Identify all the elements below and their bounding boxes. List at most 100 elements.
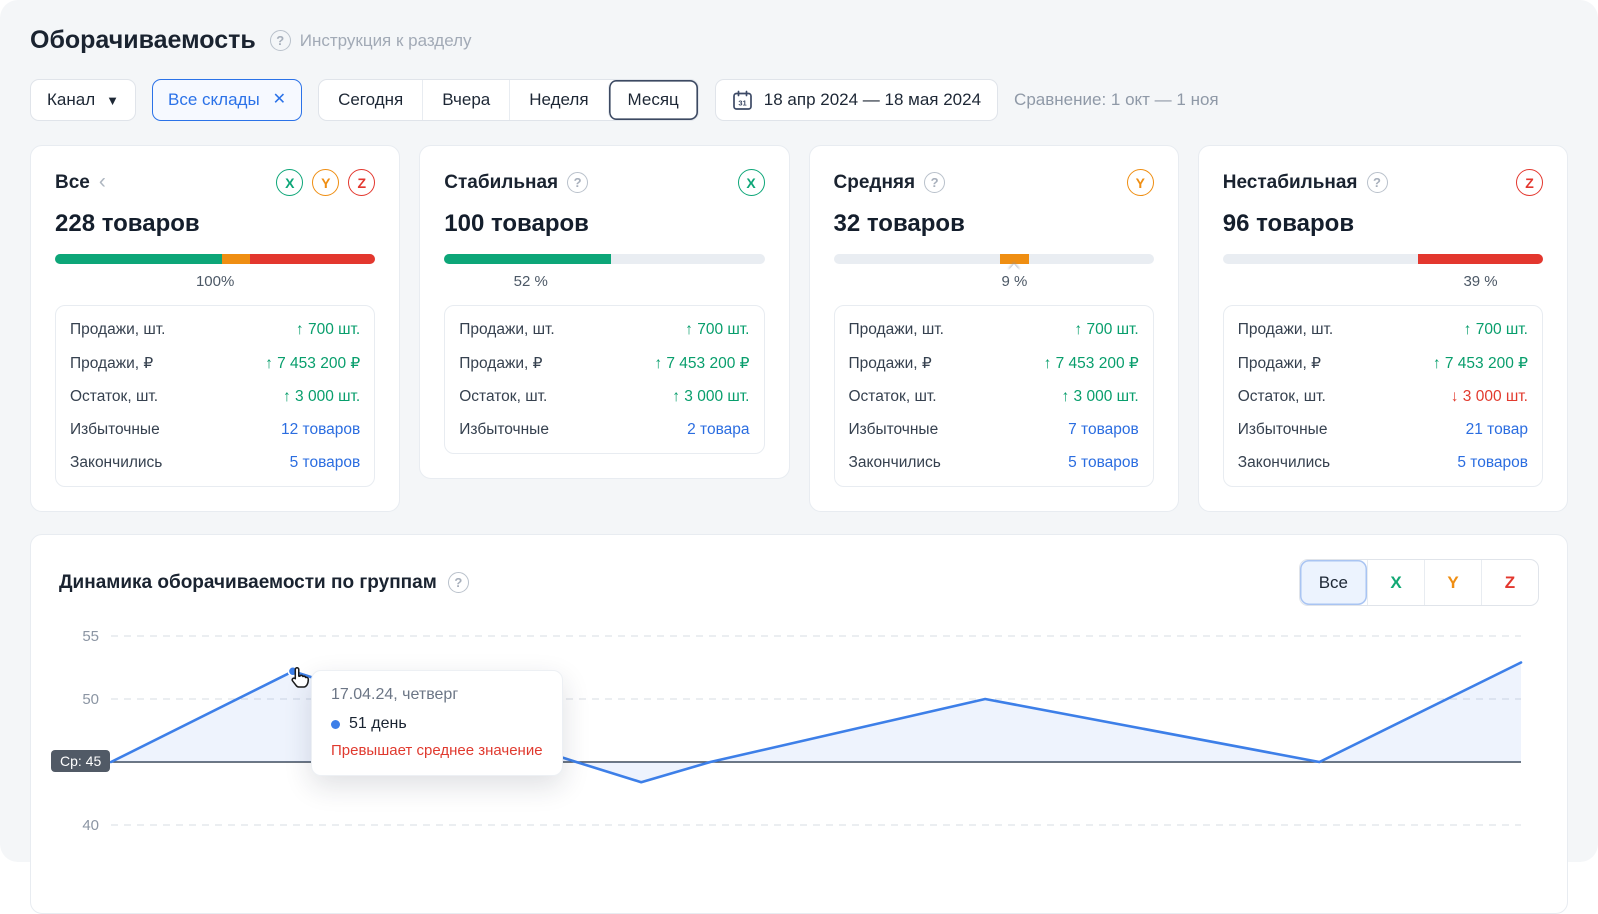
stat-label: Остаток, шт. bbox=[70, 388, 158, 406]
turnover-page: Оборачиваемость ? Инструкция к разделу К… bbox=[0, 0, 1598, 914]
stat-row: Продажи, ₽↑ 7 453 200 ₽ bbox=[849, 346, 1139, 380]
progress-segment-green bbox=[55, 254, 222, 264]
chart-tab-Все[interactable]: Все bbox=[1300, 560, 1367, 605]
stat-row: Продажи, шт.↑ 700 шт. bbox=[1238, 313, 1528, 346]
stat-row: Продажи, ₽ ↑ 7 453 200 ₽ bbox=[70, 346, 360, 380]
average-value-badge: Ср: 45 bbox=[51, 750, 110, 772]
hand-cursor-icon bbox=[285, 666, 311, 697]
comparison-period-label: Сравнение: 1 окт — 1 ноя bbox=[1014, 90, 1219, 110]
chart-tab-Y[interactable]: Y bbox=[1424, 560, 1481, 605]
chart-title-wrap: Динамика оборачиваемости по группам ? bbox=[59, 572, 469, 594]
card-count: 100 товаров bbox=[444, 210, 764, 238]
progress-label-row: 9 % bbox=[834, 273, 1154, 293]
chart-tab-Z[interactable]: Z bbox=[1481, 560, 1538, 605]
stat-row: Остаток, шт. ↑ 3 000 шт. bbox=[70, 380, 360, 413]
card-count: 32 товаров bbox=[834, 210, 1154, 238]
progress-bar bbox=[834, 254, 1154, 264]
stat-value: ↑ 3 000 шт. bbox=[672, 388, 749, 406]
close-icon[interactable]: ✕ bbox=[273, 92, 286, 108]
card-help-icon[interactable]: ? bbox=[567, 172, 588, 193]
chart-help-icon[interactable]: ? bbox=[448, 572, 469, 593]
tooltip-caret-icon bbox=[1008, 264, 1020, 271]
stat-label: Продажи, ₽ bbox=[459, 354, 542, 373]
progress-segment-red bbox=[250, 254, 375, 264]
progress-label-row: 39 % bbox=[1223, 273, 1543, 293]
stat-row: Избыточные 21 товар bbox=[1238, 413, 1528, 446]
section-help-link[interactable]: ? Инструкция к разделу bbox=[270, 30, 472, 51]
card-title: Все bbox=[55, 172, 90, 194]
progress-segment-orange bbox=[1000, 254, 1029, 264]
badge-X: X bbox=[276, 169, 303, 196]
tooltip-value: 51 день bbox=[349, 715, 407, 733]
stat-value[interactable]: 5 товаров bbox=[1068, 454, 1139, 472]
chart-tooltip: 17.04.24, четверг 51 день Превышает сред… bbox=[311, 670, 563, 776]
card-help-icon[interactable]: ? bbox=[1367, 172, 1388, 193]
progress-label-row: 52 % bbox=[444, 273, 764, 293]
group-card-1: Стабильная?X100 товаров52 %Продажи, шт.↑… bbox=[419, 145, 789, 479]
card-stats: Продажи, шт.↑ 700 шт.Продажи, ₽↑ 7 453 2… bbox=[55, 305, 375, 487]
card-head: Средняя?Y bbox=[834, 168, 1154, 197]
stat-row: Закончились5 товаров bbox=[1238, 446, 1528, 479]
tooltip-note: Превышает среднее значение bbox=[331, 742, 543, 759]
period-Месяц[interactable]: Месяц bbox=[608, 80, 698, 120]
chart-group-tabs: ВсеXYZ bbox=[1299, 559, 1539, 606]
stat-label: Избыточные bbox=[849, 421, 939, 439]
badge-Z: Z bbox=[1516, 169, 1543, 196]
page-title: Оборачиваемость bbox=[30, 26, 256, 55]
stat-value: ↑ 700 шт. bbox=[685, 321, 749, 339]
tooltip-date: 17.04.24, четверг bbox=[331, 686, 543, 704]
badge-Y: Y bbox=[1127, 169, 1154, 196]
period-Вчера[interactable]: Вчера bbox=[422, 80, 509, 120]
stat-label: Остаток, шт. bbox=[1238, 388, 1326, 406]
stat-row: Продажи, шт.↑ 700 шт. bbox=[459, 313, 749, 346]
stat-row: Продажи, ₽↑ 7 453 200 ₽ bbox=[459, 346, 749, 380]
stat-value: ↑ 7 453 200 ₽ bbox=[1433, 354, 1528, 373]
card-badges: Y bbox=[1127, 169, 1154, 196]
stat-value: ↑ 7 453 200 ₽ bbox=[265, 354, 360, 373]
stat-value[interactable]: 5 товаров bbox=[290, 454, 361, 472]
svg-text:31: 31 bbox=[738, 98, 746, 107]
period-Сегодня[interactable]: Сегодня bbox=[319, 80, 422, 120]
stat-value[interactable]: 5 товаров bbox=[1457, 454, 1528, 472]
tooltip-value-row: 51 день bbox=[331, 715, 543, 733]
channel-dropdown[interactable]: Канал ▼ bbox=[30, 79, 136, 121]
chart-tab-X[interactable]: X bbox=[1367, 560, 1424, 605]
chevron-left-icon[interactable]: ‹ bbox=[99, 171, 106, 192]
stat-row: Закончились5 товаров bbox=[70, 446, 360, 479]
progress-percent-label: 52 % bbox=[514, 273, 548, 290]
stat-value[interactable]: 21 товар bbox=[1466, 421, 1528, 439]
card-help-icon[interactable]: ? bbox=[924, 172, 945, 193]
stat-value: ↑ 3 000 шт. bbox=[283, 388, 360, 406]
stat-value: ↑ 3 000 шт. bbox=[1061, 388, 1138, 406]
stat-label: Продажи, шт. bbox=[70, 321, 165, 339]
date-range-picker[interactable]: 31 18 апр 2024 — 18 мая 2024 bbox=[715, 79, 998, 121]
stat-value[interactable]: 12 товаров bbox=[281, 421, 360, 439]
stat-value[interactable]: 7 товаров bbox=[1068, 421, 1139, 439]
group-card-2: Средняя?Y32 товаров9 %Продажи, шт.↑ 700 … bbox=[809, 145, 1179, 512]
card-badges: XYZ bbox=[276, 169, 375, 196]
card-count: 228 товаров bbox=[55, 210, 375, 238]
stat-row: Продажи, шт.↑ 700 шт. bbox=[849, 313, 1139, 346]
card-count: 96 товаров bbox=[1223, 210, 1543, 238]
stat-label: Продажи, ₽ bbox=[70, 354, 153, 373]
turnover-dynamics-card: Динамика оборачиваемости по группам ? Вс… bbox=[30, 534, 1568, 914]
warehouse-filter-chip[interactable]: Все склады ✕ bbox=[152, 79, 302, 121]
help-circle-icon: ? bbox=[270, 30, 291, 51]
stat-value: ↓ 3 000 шт. bbox=[1451, 388, 1528, 406]
period-Неделя[interactable]: Неделя bbox=[509, 80, 607, 120]
stat-value[interactable]: 2 товара bbox=[687, 421, 749, 439]
card-head: Нестабильная?Z bbox=[1223, 168, 1543, 197]
turnover-line-chart[interactable]: 55504540 bbox=[59, 620, 1541, 860]
stat-label: Избыточные bbox=[1238, 421, 1328, 439]
stat-label: Остаток, шт. bbox=[459, 388, 547, 406]
stat-row: Закончились5 товаров bbox=[849, 446, 1139, 479]
progress-label-row: 100% bbox=[55, 273, 375, 293]
card-badges: Z bbox=[1516, 169, 1543, 196]
stat-label: Продажи, ₽ bbox=[1238, 354, 1321, 373]
chevron-down-icon: ▼ bbox=[106, 93, 119, 108]
svg-text:50: 50 bbox=[82, 691, 99, 708]
channel-dropdown-label: Канал bbox=[47, 90, 95, 110]
svg-text:40: 40 bbox=[82, 817, 99, 834]
card-badges: X bbox=[738, 169, 765, 196]
stat-label: Продажи, шт. bbox=[849, 321, 944, 339]
